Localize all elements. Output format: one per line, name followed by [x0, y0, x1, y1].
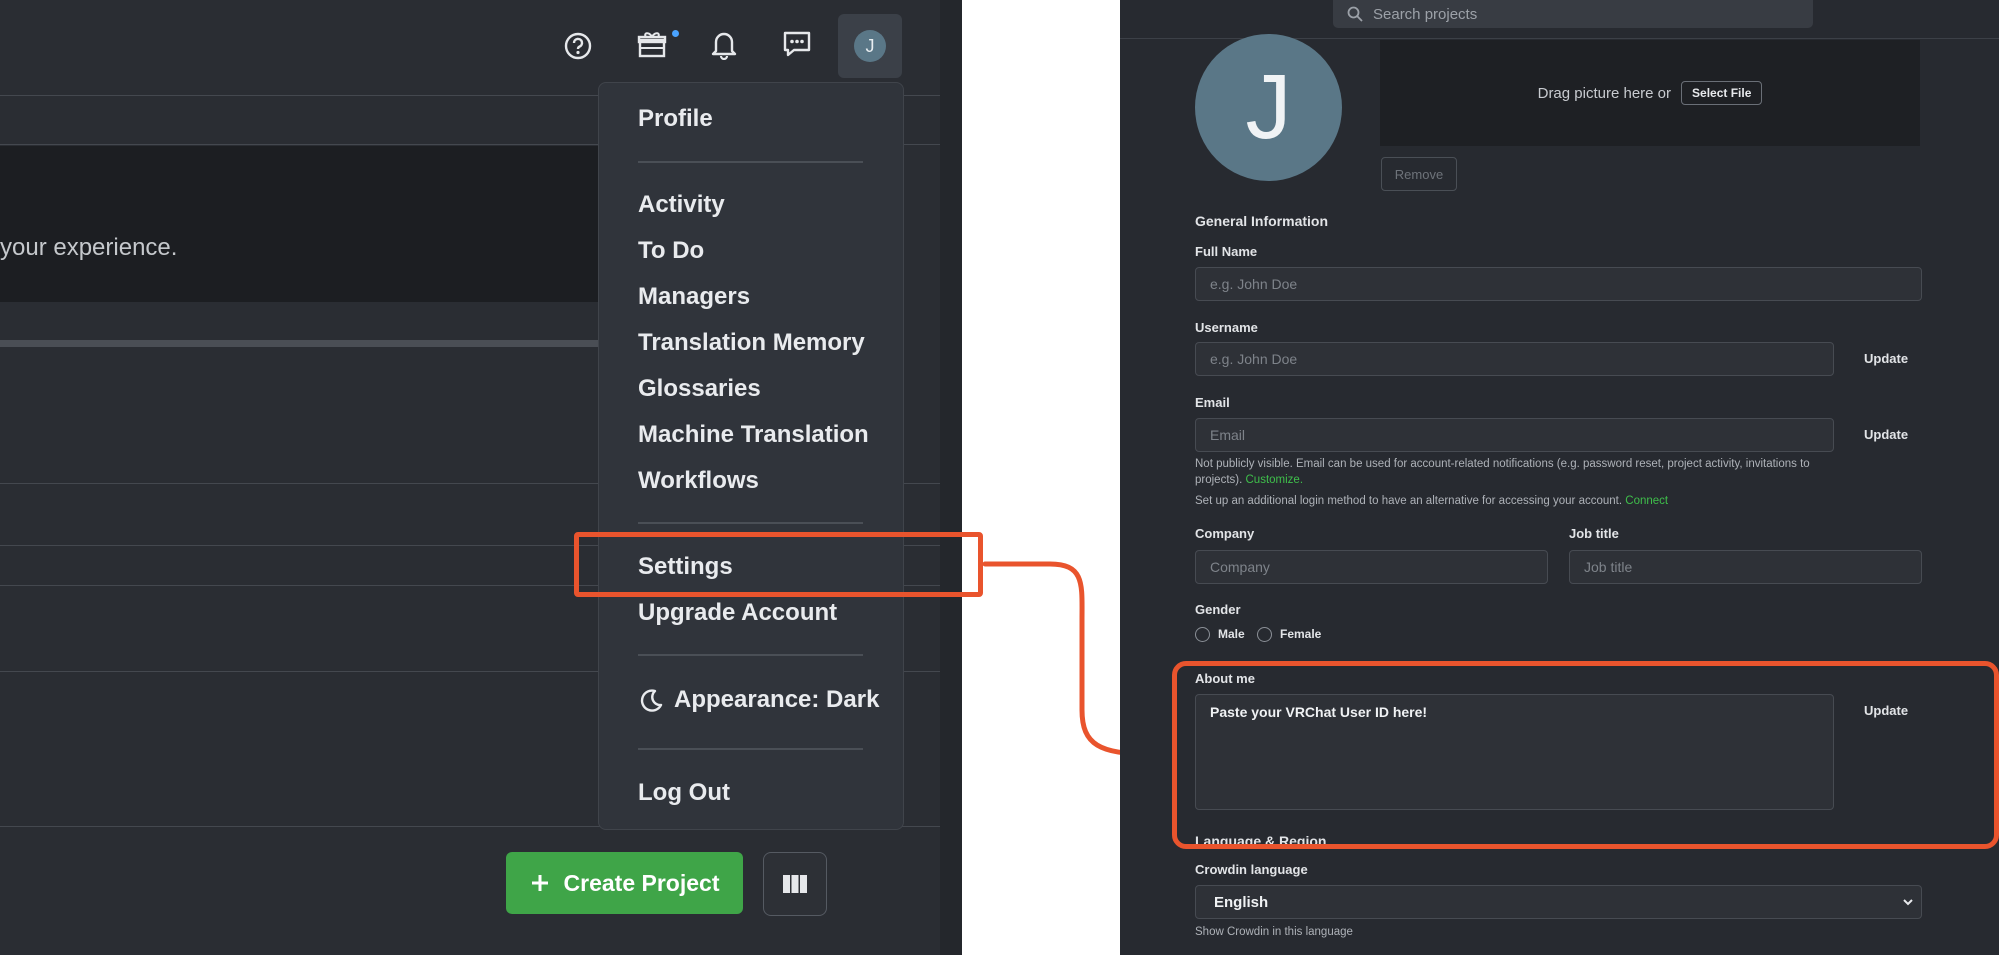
email-note: Not publicly visible. Email can be used …: [1195, 456, 1835, 488]
job-title-label: Job title: [1569, 526, 1619, 541]
job-title-field[interactable]: Job title: [1569, 550, 1922, 584]
search-icon: [1347, 6, 1363, 22]
picture-drop-zone[interactable]: Drag picture here or Select File: [1380, 40, 1920, 146]
crowdin-language-label: Crowdin language: [1195, 862, 1308, 877]
full-name-label: Full Name: [1195, 244, 1258, 259]
chevron-down-icon: [1903, 899, 1913, 906]
email-field[interactable]: Email: [1195, 418, 1834, 452]
username-label: Username: [1195, 320, 1258, 335]
gender-male-radio[interactable]: [1195, 627, 1210, 642]
right-panel: Search projects J Drag picture here or S…: [1120, 0, 1999, 955]
gender-male-label: Male: [1218, 627, 1245, 641]
crowdin-language-note: Show Crowdin in this language: [1195, 926, 1353, 938]
remove-picture-button[interactable]: Remove: [1381, 157, 1457, 191]
gender-female-label: Female: [1280, 627, 1322, 641]
select-file-button[interactable]: Select File: [1681, 81, 1763, 105]
login-method-note: Set up an additional login method to hav…: [1195, 493, 1668, 509]
gender-female-radio[interactable]: [1257, 627, 1272, 642]
gender-label: Gender: [1195, 602, 1241, 617]
crowdin-language-select[interactable]: English: [1195, 885, 1922, 919]
about-me-highlight-box: [1172, 661, 1999, 849]
email-update-button[interactable]: Update: [1864, 427, 1908, 442]
connect-link[interactable]: Connect: [1625, 495, 1668, 507]
general-info-heading: General Information: [1195, 213, 1329, 229]
login-method-text: Set up an additional login method to hav…: [1195, 495, 1623, 507]
drag-text: Drag picture here or: [1537, 84, 1672, 102]
customize-link[interactable]: Customize.: [1246, 474, 1304, 486]
username-field[interactable]: e.g. John Doe: [1195, 342, 1834, 376]
search-input[interactable]: Search projects: [1333, 0, 1813, 28]
crowdin-language-value: English: [1214, 893, 1269, 911]
username-update-button[interactable]: Update: [1864, 351, 1908, 366]
company-field[interactable]: Company: [1195, 550, 1548, 584]
profile-avatar: J: [1195, 34, 1342, 181]
company-label: Company: [1195, 526, 1255, 541]
full-name-field[interactable]: e.g. John Doe: [1195, 267, 1922, 301]
search-placeholder: Search projects: [1373, 5, 1478, 23]
email-label: Email: [1195, 395, 1230, 410]
